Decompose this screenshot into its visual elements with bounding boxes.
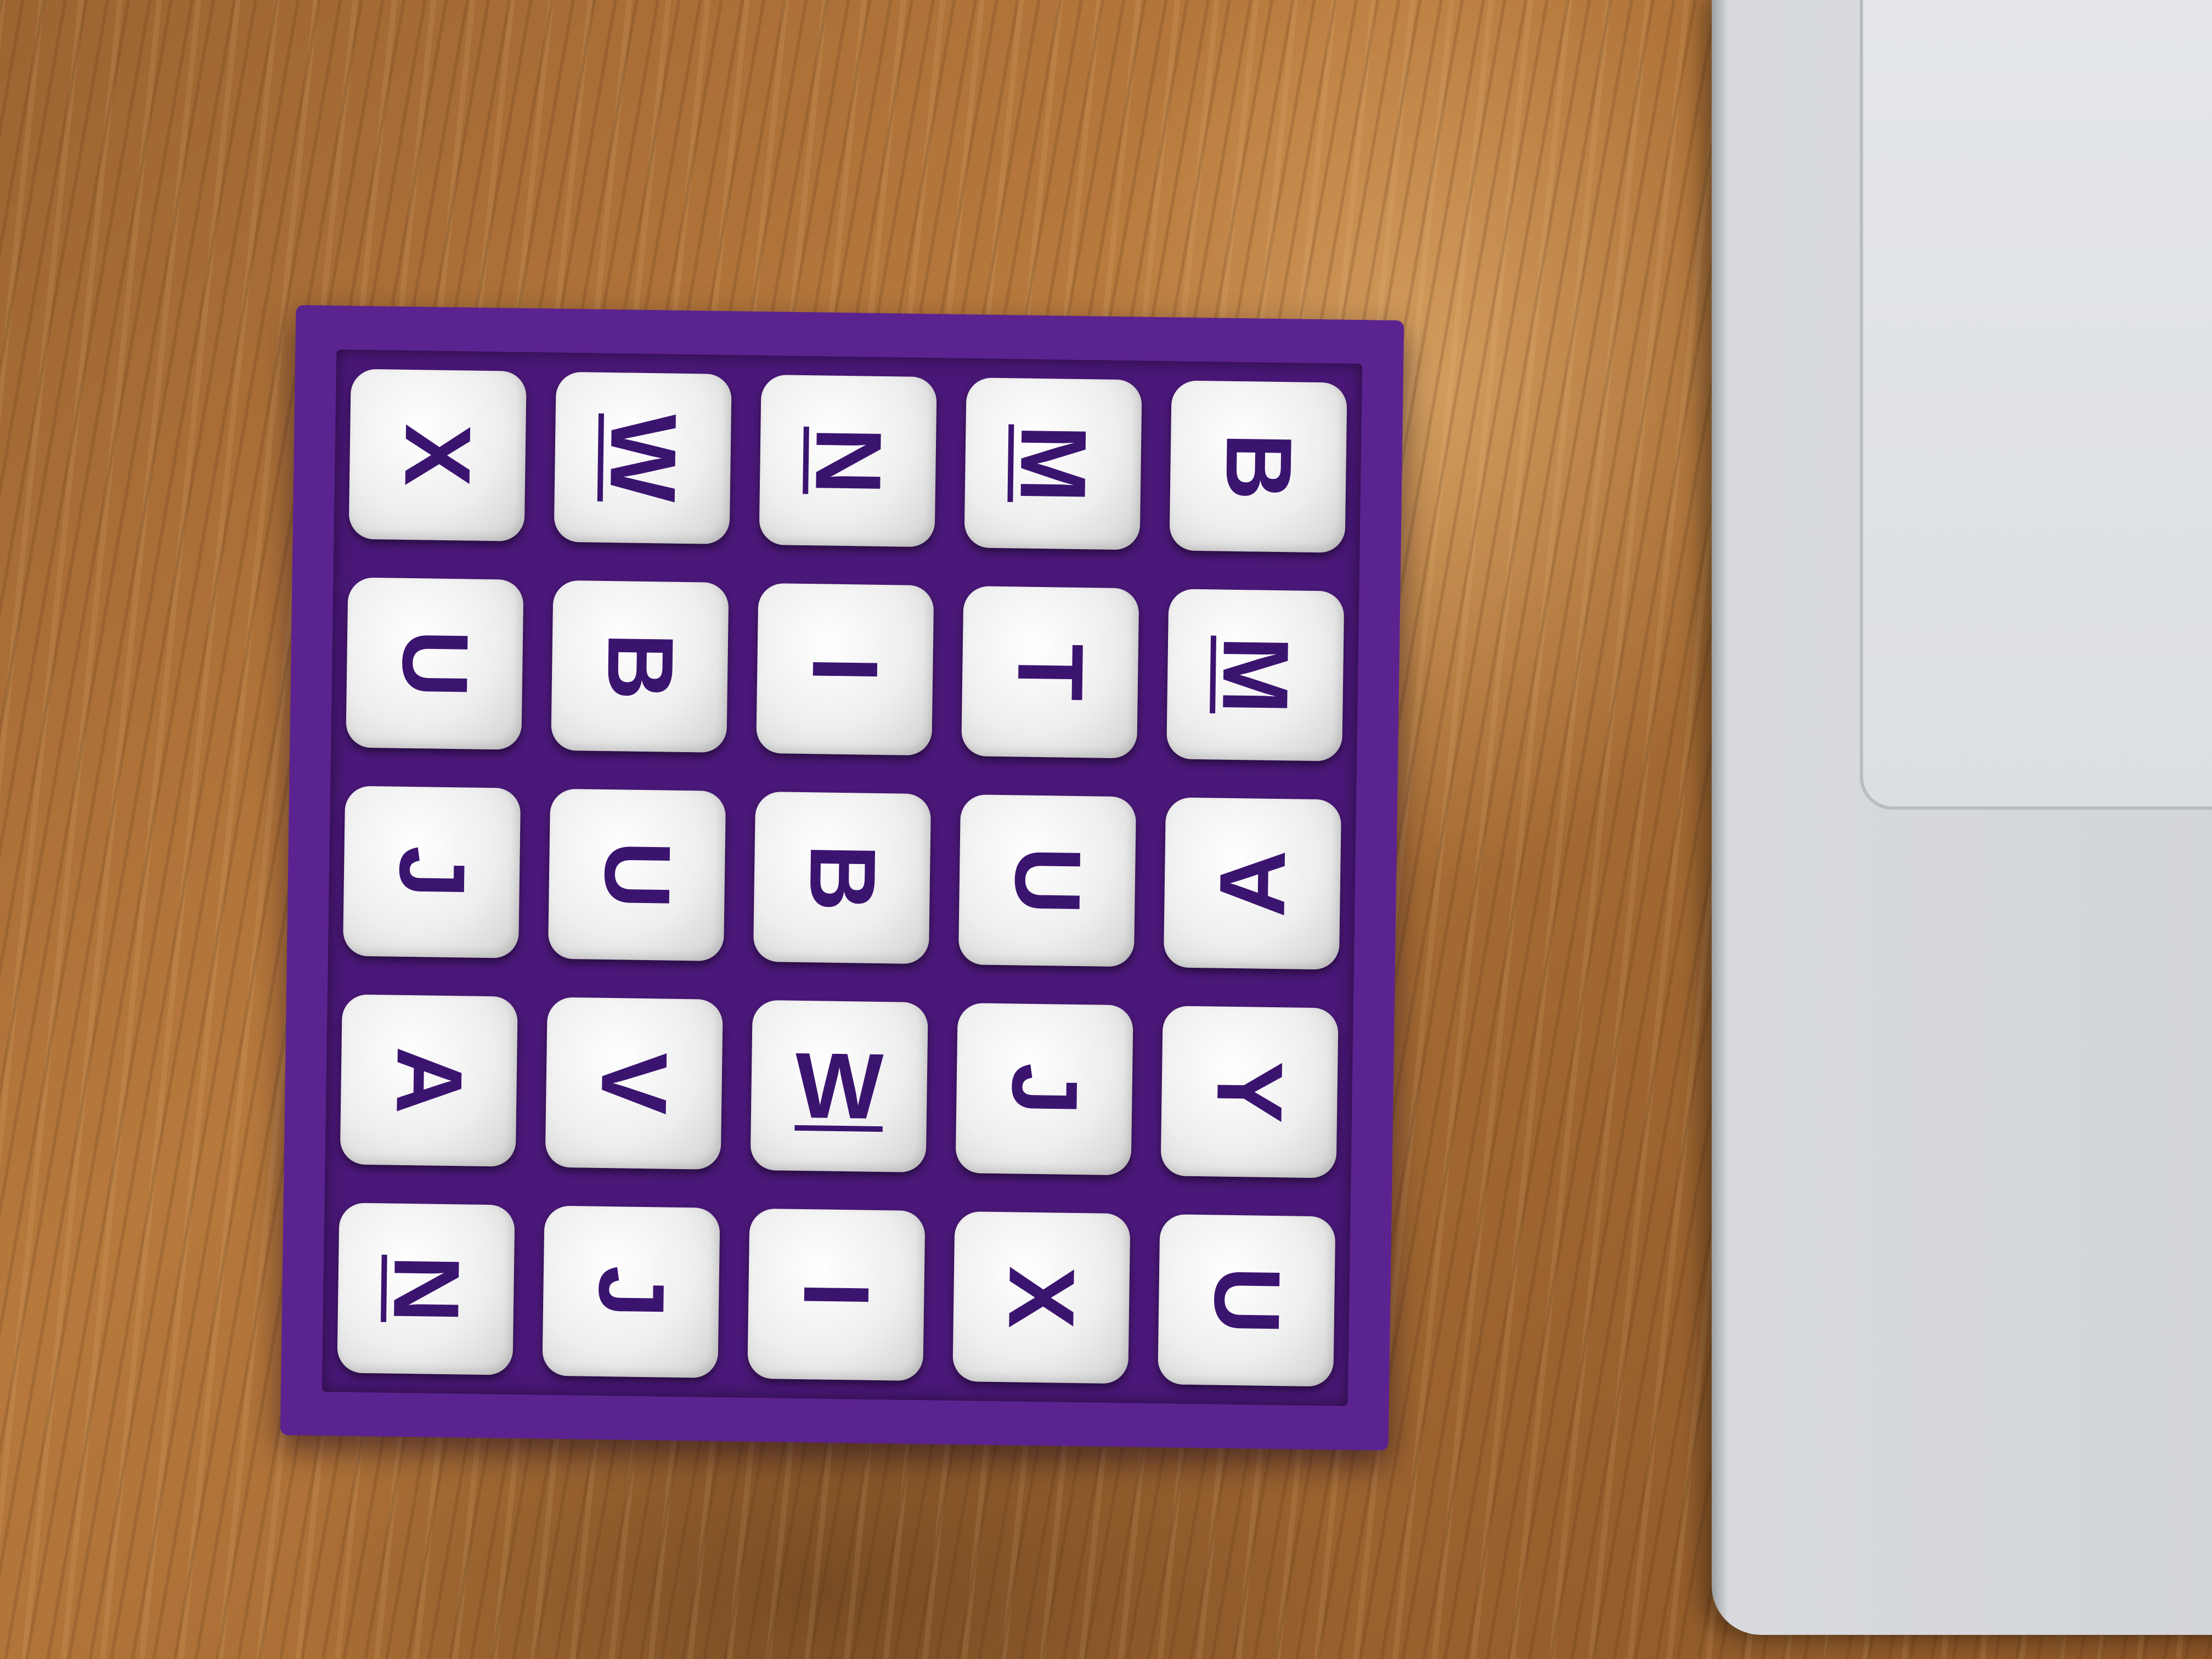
letter-die: V xyxy=(545,997,723,1170)
die-letter: I xyxy=(784,1280,889,1308)
letter-die: N xyxy=(337,1203,515,1375)
die-letter: A xyxy=(1200,849,1305,918)
letter-die: J xyxy=(542,1205,720,1378)
die-cell: X xyxy=(938,1192,1146,1403)
letter-die: T xyxy=(961,586,1139,759)
die-letter: B xyxy=(789,843,895,912)
letter-dice-tray: X W N M B U B I T M J U B U A A V W J Y N J I X U xyxy=(280,304,1404,1451)
letter-die: J xyxy=(342,786,521,958)
letter-die: X xyxy=(348,369,527,541)
die-cell: J xyxy=(328,766,535,978)
letter-die: W xyxy=(750,1000,928,1173)
die-cell: B xyxy=(1154,361,1362,572)
die-letter: I xyxy=(792,656,898,683)
die-letter: Y xyxy=(1197,1060,1302,1124)
die-letter: M xyxy=(1203,635,1308,715)
die-cell: I xyxy=(741,563,949,775)
die-letter: W xyxy=(794,1033,884,1139)
die-cell: W xyxy=(735,980,943,1192)
letter-die: B xyxy=(1169,380,1347,553)
die-letter: A xyxy=(376,1046,482,1115)
die-letter: U xyxy=(1194,1266,1300,1335)
laptop-trackpad xyxy=(1860,0,2212,810)
die-cell: U xyxy=(1143,1195,1351,1406)
letter-die: M xyxy=(964,377,1142,550)
letter-die: N xyxy=(759,374,937,548)
die-letter: J xyxy=(379,845,484,899)
die-cell: A xyxy=(1148,778,1356,989)
letter-die: M xyxy=(1166,589,1345,761)
letter-die: A xyxy=(340,994,518,1167)
die-letter: W xyxy=(590,413,696,503)
die-cell: U xyxy=(943,775,1151,986)
die-letter: J xyxy=(578,1265,684,1319)
die-cell: T xyxy=(946,567,1154,778)
die-cell: U xyxy=(533,769,741,980)
die-letter: V xyxy=(581,1051,687,1115)
die-cell: J xyxy=(940,984,1148,1195)
letter-die: U xyxy=(958,794,1137,967)
die-letter: M xyxy=(1000,424,1106,504)
letter-die: I xyxy=(747,1208,926,1381)
die-letter: N xyxy=(795,426,901,495)
letter-die: X xyxy=(952,1211,1131,1384)
die-cell: B xyxy=(536,561,744,772)
letter-die: U xyxy=(346,577,524,750)
die-letter: X xyxy=(385,423,490,487)
die-cell: J xyxy=(527,1186,735,1397)
die-letter: U xyxy=(382,629,488,698)
die-cell: N xyxy=(322,1183,530,1395)
die-letter: X xyxy=(989,1266,1094,1330)
die-cell: U xyxy=(331,558,539,769)
die-cell: W xyxy=(539,352,747,563)
die-cell: V xyxy=(530,978,738,1189)
die-cell: X xyxy=(334,349,541,561)
letter-die: J xyxy=(955,1002,1133,1176)
dice-grid: X W N M B U B I T M J U B U A A V W J Y N J I X U xyxy=(321,349,1363,1406)
letter-die: A xyxy=(1163,797,1342,970)
letter-die: B xyxy=(551,580,729,753)
letter-die: Y xyxy=(1160,1006,1339,1178)
die-cell: B xyxy=(738,772,946,983)
letter-die: I xyxy=(756,583,934,756)
letter-die: U xyxy=(548,788,726,961)
letter-die: B xyxy=(753,791,932,964)
die-letter: N xyxy=(373,1254,479,1324)
die-letter: U xyxy=(584,840,690,910)
letter-die: W xyxy=(554,371,732,545)
laptop xyxy=(1712,0,2212,1635)
die-cell: M xyxy=(1152,569,1359,781)
letter-die: U xyxy=(1158,1214,1336,1387)
die-cell: I xyxy=(732,1189,940,1400)
die-letter: U xyxy=(995,846,1100,915)
die-cell: A xyxy=(325,975,533,1186)
die-cell: Y xyxy=(1146,986,1353,1198)
die-letter: J xyxy=(991,1062,1097,1116)
die-letter: B xyxy=(587,632,693,701)
die-letter: B xyxy=(1205,432,1311,501)
die-cell: N xyxy=(744,355,952,566)
die-letter: T xyxy=(997,643,1103,702)
die-cell: M xyxy=(949,358,1157,569)
